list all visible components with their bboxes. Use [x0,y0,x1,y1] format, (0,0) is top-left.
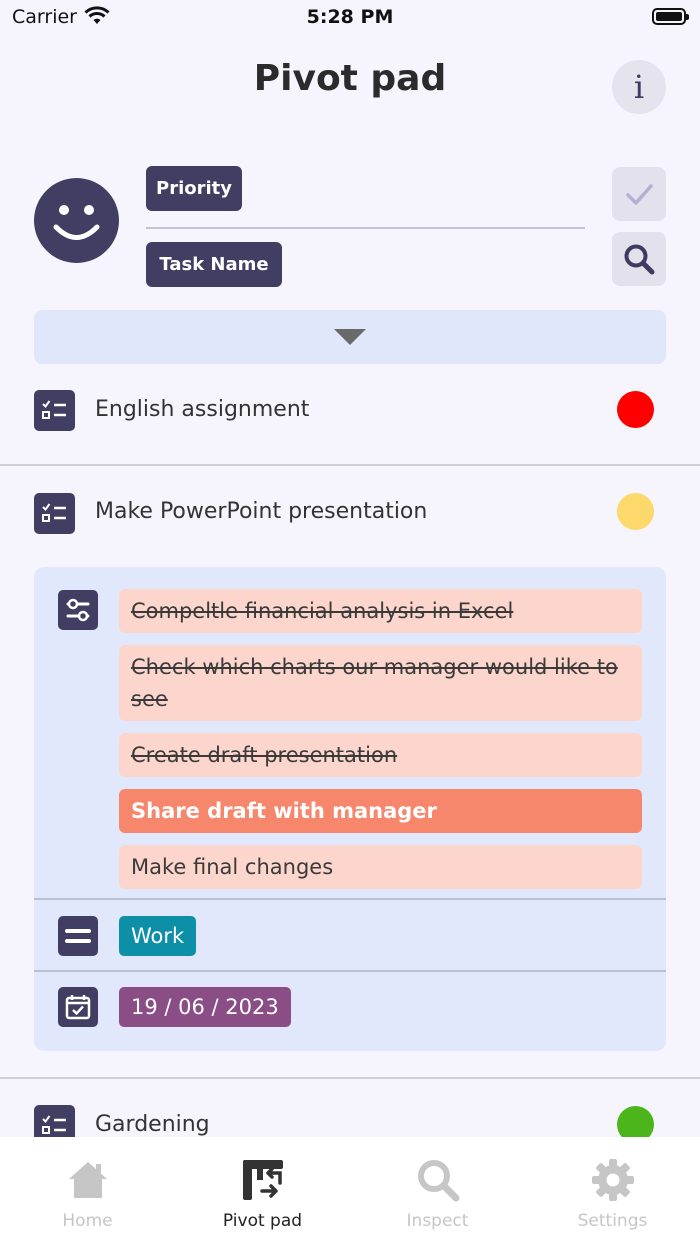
tab-bar: Home Pivot pad Inspect Settings [0,1137,700,1244]
checklist-icon [34,493,75,534]
home-icon [69,1162,107,1198]
tab-label: Settings [577,1211,648,1231]
subtasks-icon [58,590,98,630]
gear-icon [592,1159,634,1201]
clock: 5:28 PM [306,6,394,28]
priority-dot [617,391,654,428]
calendar-icon [58,987,98,1027]
checkmark-icon [626,184,653,205]
task-title[interactable]: Make PowerPoint presentation [95,499,427,524]
due-date-tag[interactable]: 19 / 06 / 2023 [119,987,291,1027]
battery-icon [652,8,689,25]
smiley-icon [53,205,100,240]
search-button[interactable] [612,232,666,286]
subtask-item[interactable]: Make final changes [119,845,642,889]
tab-label: Pivot pad [222,1211,303,1231]
subtask-item[interactable]: Create draft presentation [119,733,642,777]
search-icon [624,244,655,275]
pivot-pad-icon [243,1160,283,1200]
subtask-item[interactable]: Compeltle financial analysis in Excel [119,589,642,633]
divider [0,1077,700,1079]
divider [34,898,666,900]
tab-home[interactable]: Home [0,1137,175,1244]
page-title: Pivot pad [253,58,447,99]
chevron-down-icon [334,329,366,345]
avatar[interactable] [34,178,119,263]
tab-pivot-pad[interactable]: Pivot pad [175,1137,350,1244]
expand-toggle[interactable] [34,310,666,364]
subtask-item-active[interactable]: Share draft with manager [119,789,642,833]
checklist-icon [34,390,75,431]
subtask-item[interactable]: Check which charts our manager would lik… [119,645,642,721]
status-bar: Carrier 5:28 PM [0,0,700,36]
task-title[interactable]: Gardening [95,1112,210,1137]
category-icon [58,916,98,956]
task-name-field[interactable]: Task Name [146,242,282,287]
category-tag[interactable]: Work [119,916,197,956]
form-divider [146,227,585,229]
tab-label: Inspect [406,1211,469,1231]
priority-dot [617,493,654,530]
divider [0,464,700,466]
tab-inspect[interactable]: Inspect [350,1137,525,1244]
confirm-button[interactable] [612,167,666,221]
magnifier-icon [418,1160,460,1202]
task-title[interactable]: English assignment [95,397,309,422]
divider [34,970,666,972]
priority-button[interactable]: Priority [146,166,242,211]
tab-label: Home [62,1211,113,1231]
info-button[interactable]: i [612,60,666,114]
tab-settings[interactable]: Settings [525,1137,700,1244]
